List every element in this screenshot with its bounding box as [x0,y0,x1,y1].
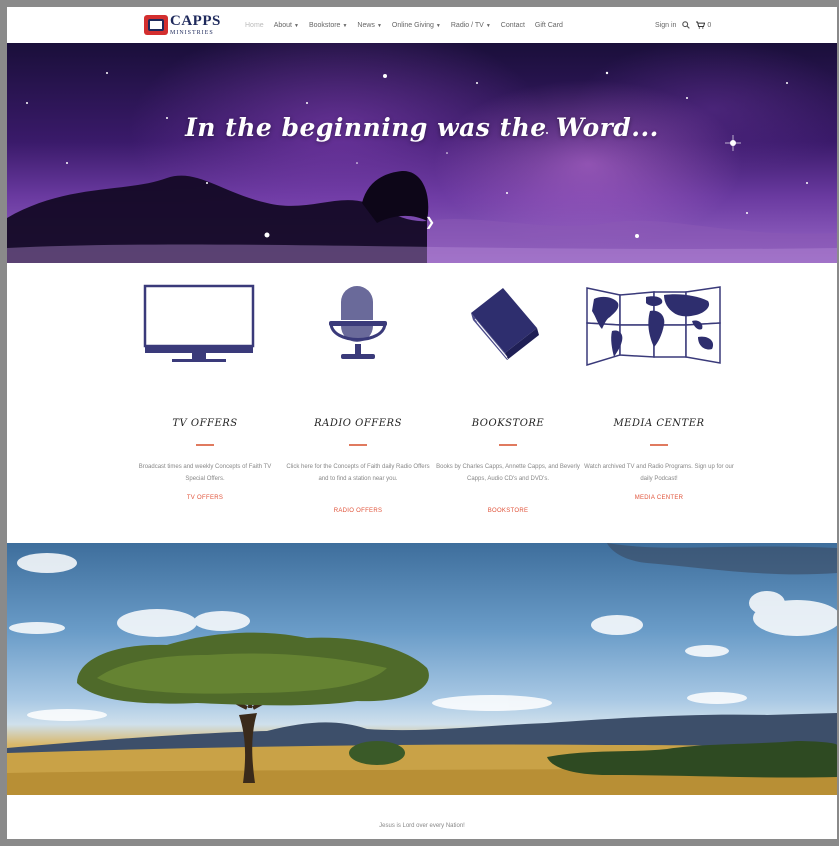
nav-item-home[interactable]: Home [245,22,264,29]
cart-button[interactable]: 0 [696,21,711,29]
nav-item-news[interactable]: News ▼ [357,22,381,29]
offer-description: Books by Charles Capps, Annette Capps, a… [436,464,580,482]
book-icon [471,288,539,360]
offer-title: MEDIA CENTER [613,418,705,429]
nav-item-bookstore[interactable]: Bookstore ▼ [309,22,347,29]
logo-subtitle: MINISTRIES [170,30,214,36]
microphone-icon [329,286,387,359]
offer-description: Click here for the Concepts of Faith dai… [286,464,430,482]
offer-title: BOOKSTORE [471,418,545,429]
site-logo[interactable]: CAPPS MINISTRIES [144,13,221,37]
offer-title: TV OFFERS [172,418,238,429]
logo-title: CAPPS [170,13,221,29]
hero-title: In the beginning was the Word... [185,113,659,142]
chevron-down-icon: ▼ [376,22,382,29]
bookstore-link[interactable]: BOOKSTORE [433,508,583,514]
chevron-down-icon: ▼ [485,22,491,29]
scroll-down-chevron-icon[interactable]: ❯ [423,215,437,229]
logo-mark-icon [144,15,168,35]
offer-description: Broadcast times and weekly Concepts of F… [138,464,272,482]
chevron-down-icon: ▼ [342,22,348,29]
cart-icon [696,21,706,29]
title-underline [196,444,214,446]
media-center-link[interactable]: MEDIA CENTER [584,495,734,501]
hero-banner: In the beginning was the Word... ❯ [7,43,837,263]
footer-caption: Jesus is Lord over every Nation! [379,823,465,829]
world-map-icon [586,286,721,367]
chevron-down-icon: ▼ [293,22,299,29]
offers-section: TV OFFERS Broadcast times and weekly Con… [7,263,837,543]
nav-item-radio-tv[interactable]: Radio / TV ▼ [451,22,491,29]
nav-item-contact[interactable]: Contact [501,22,525,29]
main-menu: Home About ▼ Bookstore ▼ News ▼ Online Givi… [245,7,563,43]
chevron-down-icon: ▼ [435,22,441,29]
nav-item-gift-card[interactable]: Gift Card [535,22,563,29]
nebula-background [7,71,837,263]
footer-section: Jesus is Lord over every Nation! [7,795,837,846]
title-underline [349,444,367,446]
offer-title: RADIO OFFERS [314,418,402,429]
cart-count: 0 [707,21,712,29]
sign-in-link[interactable]: Sign in [655,22,676,29]
title-underline [499,444,517,446]
tv-icon [143,284,255,362]
tv-offers-link[interactable]: TV OFFERS [130,495,280,501]
search-icon[interactable] [682,21,691,29]
radio-offers-link[interactable]: RADIO OFFERS [283,508,433,514]
nav-item-about[interactable]: About ▼ [274,22,299,29]
top-navigation-bar: CAPPS MINISTRIES Home About ▼ Bookstore ▼ … [7,7,837,44]
savanna-landscape-image [7,543,837,795]
offer-description: Watch archived TV and Radio Programs. Si… [584,464,734,482]
title-underline [650,444,668,446]
savanna-scene [7,543,837,795]
nav-item-online-giving[interactable]: Online Giving ▼ [392,22,441,29]
account-tools: Sign in 0 [655,7,711,43]
